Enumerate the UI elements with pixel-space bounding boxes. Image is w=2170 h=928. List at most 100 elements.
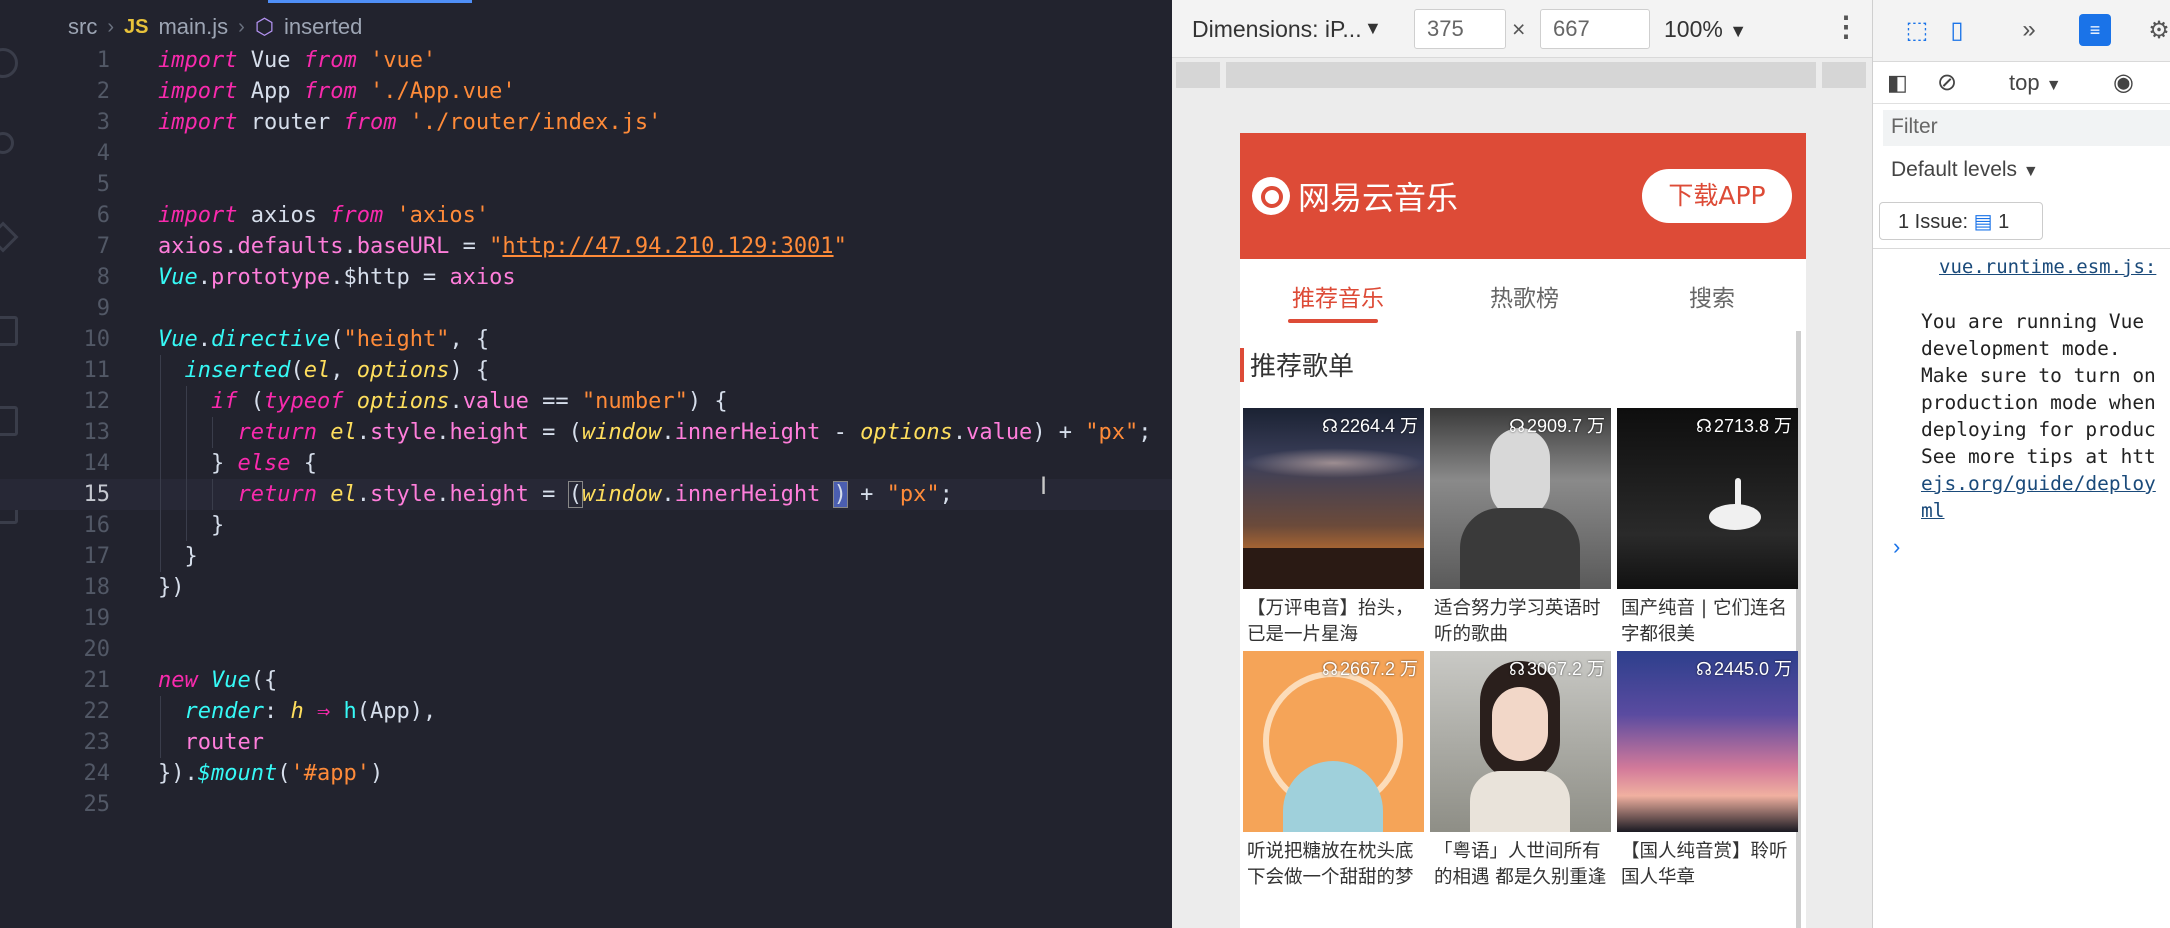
section-title: 推荐歌单 bbox=[1250, 352, 1355, 382]
clear-console-icon[interactable]: ⊘ bbox=[1937, 68, 1957, 97]
code-text[interactable]: return el.style.height = (window.innerHe… bbox=[158, 479, 953, 510]
tab-recommended[interactable]: 推荐音乐 bbox=[1292, 279, 1384, 313]
code-text[interactable]: } else { bbox=[158, 448, 317, 479]
line-number: 5 bbox=[96, 172, 110, 197]
zoom-select[interactable]: 100% ▼ bbox=[1664, 16, 1747, 43]
line-number: 10 bbox=[83, 327, 111, 352]
more-options-icon[interactable]: ⋮ bbox=[1832, 10, 1860, 43]
code-text[interactable]: import App from './App.vue' bbox=[158, 76, 516, 107]
chevron-right-icon: › bbox=[238, 15, 245, 38]
code-text[interactable]: import router from './router/index.js' bbox=[158, 107, 661, 138]
code-text[interactable]: } bbox=[158, 541, 197, 572]
breadcrumb-file[interactable]: main.js bbox=[158, 14, 228, 40]
phone-viewport[interactable]: 网易云音乐 下载APP 推荐音乐 热歌榜 搜索 推荐歌单 ☊ 2264.4 万 【… bbox=[1240, 133, 1806, 928]
code-line: 8 Vue.prototype.$http = axios bbox=[0, 262, 1172, 293]
line-number: 18 bbox=[83, 575, 111, 600]
line-number: 9 bbox=[96, 296, 110, 321]
breadcrumb-symbol[interactable]: inserted bbox=[284, 14, 362, 40]
line-number: 23 bbox=[83, 730, 111, 755]
code-text[interactable]: }) bbox=[158, 572, 185, 603]
play-count: ☊ 2713.8 万 bbox=[1696, 412, 1792, 438]
app-brand: 网易云音乐 bbox=[1298, 179, 1459, 217]
code-line: 23 router bbox=[0, 727, 1172, 758]
code-text[interactable]: inserted(el, options) { bbox=[158, 355, 490, 386]
divider bbox=[1873, 248, 2170, 249]
sidebar-toggle-icon[interactable]: ◧ bbox=[1887, 70, 1908, 96]
line-number: 11 bbox=[83, 358, 111, 383]
code-text[interactable]: }).$mount('#app') bbox=[158, 758, 383, 789]
code-line: 22 render: h ⇒ h(App), bbox=[0, 696, 1172, 727]
tab-hot-songs[interactable]: 热歌榜 bbox=[1490, 279, 1559, 313]
line-number: 21 bbox=[83, 668, 111, 693]
code-line: 12 if (typeof options.value == "number")… bbox=[0, 386, 1172, 417]
line-number: 19 bbox=[83, 606, 111, 631]
source-link[interactable]: vue.runtime.esm.js: bbox=[1939, 256, 2156, 278]
playlist-cover: ☊ 2667.2 万 bbox=[1243, 651, 1424, 832]
playlist-cover: ☊ 3067.2 万 bbox=[1430, 651, 1611, 832]
play-count: ☊ 2264.4 万 bbox=[1322, 412, 1418, 438]
code-text[interactable]: if (typeof options.value == "number") { bbox=[158, 386, 728, 417]
code-text[interactable]: import Vue from 'vue' bbox=[158, 45, 436, 76]
device-height-input[interactable]: 667 bbox=[1540, 9, 1650, 49]
console-message-link[interactable]: ejs.org/guide/deploy bbox=[1921, 470, 2156, 497]
code-line: 1 import Vue from 'vue' bbox=[0, 45, 1172, 76]
caret-down-icon[interactable]: ▼ bbox=[1364, 18, 1382, 39]
code-editor[interactable]: src › JS main.js › ⬡ inserted 1 import Vu… bbox=[0, 0, 1172, 928]
ruler-segment[interactable] bbox=[1226, 62, 1816, 88]
issues-button[interactable]: 1 Issue: ▤ 1 bbox=[1879, 202, 2043, 240]
code-text[interactable]: new Vue({ bbox=[158, 665, 277, 696]
code-line: 7 axios.defaults.baseURL = "http://47.94.… bbox=[0, 231, 1172, 262]
gear-icon[interactable]: ⚙ bbox=[2143, 14, 2170, 46]
code-text[interactable]: axios.defaults.baseURL = "http://47.94.2… bbox=[158, 231, 847, 262]
code-text[interactable]: } bbox=[158, 510, 224, 541]
device-toolbar: Dimensions: iP... ▼ 375 × 667 100% ▼ ⋮ bbox=[1172, 0, 1872, 58]
playlist-cover: ☊ 2713.8 万 bbox=[1617, 408, 1798, 589]
headphones-icon: ☊ bbox=[1695, 416, 1712, 436]
line-number: 2 bbox=[96, 79, 110, 104]
code-line: 6 import axios from 'axios' bbox=[0, 200, 1172, 231]
code-text[interactable]: render: h ⇒ h(App), bbox=[158, 696, 437, 727]
method-symbol-icon: ⬡ bbox=[254, 14, 275, 39]
code-text[interactable]: Vue.prototype.$http = axios bbox=[158, 262, 516, 293]
log-levels-select[interactable]: Default levels ▼ bbox=[1891, 158, 2039, 182]
playlist-title: 【万评电音】抬头，已是一片星海 bbox=[1247, 598, 1414, 645]
play-count-value: 2667.2 万 bbox=[1339, 659, 1418, 679]
console-filter-input[interactable]: Filter bbox=[1883, 110, 2170, 146]
line-number: 16 bbox=[83, 513, 111, 538]
devtools-top-bar: ⬚ ▯ » ≡ ⚙ bbox=[1873, 0, 2170, 62]
headphones-icon: ☊ bbox=[1321, 416, 1338, 436]
inspect-element-icon[interactable]: ⬚ bbox=[1901, 14, 1933, 46]
context-select[interactable]: top ▼ bbox=[2009, 70, 2062, 96]
play-count: ☊ 2667.2 万 bbox=[1322, 655, 1418, 681]
breadcrumb-folder[interactable]: src bbox=[68, 14, 97, 40]
code-text[interactable]: return el.style.height = (window.innerHe… bbox=[158, 417, 1151, 448]
more-tabs-icon[interactable]: » bbox=[2013, 14, 2045, 46]
device-width-input[interactable]: 375 bbox=[1414, 9, 1506, 49]
console-message-link[interactable]: ml bbox=[1921, 497, 2156, 524]
console-toolbar: ◧ ⊘ top ▼ ◉ bbox=[1873, 62, 2170, 104]
line-number: 12 bbox=[83, 389, 111, 414]
code-text[interactable]: Vue.directive("height", { bbox=[158, 324, 489, 355]
code-text[interactable]: import axios from 'axios' bbox=[158, 200, 489, 231]
javascript-file-icon: JS bbox=[124, 15, 149, 38]
ruler-segment[interactable] bbox=[1822, 62, 1866, 88]
ruler-segment[interactable] bbox=[1176, 62, 1220, 88]
device-emulation-pane: Dimensions: iP... ▼ 375 × 667 100% ▼ ⋮ 网… bbox=[1172, 0, 1872, 928]
active-tab-indicator bbox=[268, 0, 472, 3]
console-prompt-icon[interactable]: › bbox=[1893, 534, 1900, 560]
playlist-cover: ☊ 2909.7 万 bbox=[1430, 408, 1611, 589]
tab-search[interactable]: 搜索 bbox=[1689, 279, 1735, 313]
issues-badge-icon[interactable]: ≡ bbox=[2079, 14, 2111, 46]
eye-icon[interactable]: ◉ bbox=[2113, 68, 2134, 97]
download-app-button[interactable]: 下载APP bbox=[1642, 169, 1792, 223]
code-area[interactable]: 1 import Vue from 'vue' 2 import App from … bbox=[0, 45, 1172, 820]
line-number: 22 bbox=[83, 699, 111, 724]
line-number: 1 bbox=[96, 48, 110, 73]
media-query-ruler[interactable] bbox=[1176, 62, 1866, 88]
device-dimensions-select[interactable]: Dimensions: iP... bbox=[1192, 16, 1362, 43]
playlist-title: 【国人纯音赏】聆听国人华章 bbox=[1621, 841, 1788, 888]
code-text[interactable]: router bbox=[158, 727, 264, 758]
play-count-value: 2713.8 万 bbox=[1713, 416, 1792, 436]
issues-label: 1 Issue: bbox=[1898, 211, 1969, 233]
device-toggle-icon[interactable]: ▯ bbox=[1941, 14, 1973, 46]
